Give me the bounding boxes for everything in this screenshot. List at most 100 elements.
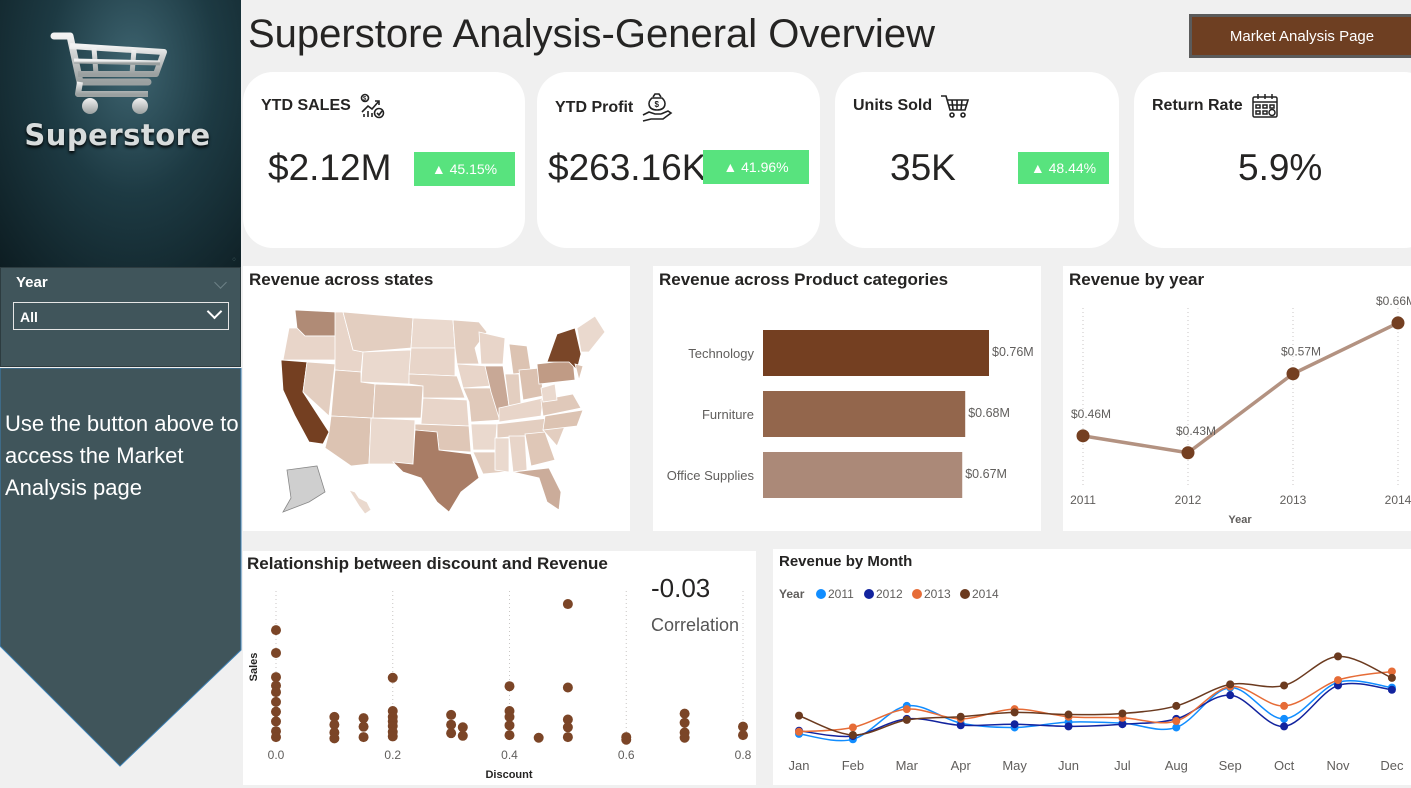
cart-icon <box>941 95 970 118</box>
year-series-line <box>1082 321 1399 455</box>
discount-tile: Relationship between discount and Revenu… <box>243 551 756 785</box>
year-point <box>1181 446 1195 460</box>
map-region-west-virginia <box>540 383 558 403</box>
superstore-logo: Superstore ◌ <box>0 0 241 267</box>
scatter-point <box>387 731 398 742</box>
month-point <box>902 715 911 724</box>
scatter-point <box>738 730 748 741</box>
revenue-year-line-chart[interactable]: $0.46M 2011 $0.43M 2012 $0.57M 2013 $0.66M 2014… <box>1063 266 1411 531</box>
slicer-collapse-icon[interactable] <box>214 276 227 289</box>
map-region-arkansas <box>470 423 498 451</box>
scatter-point <box>271 732 281 743</box>
map-region-colorado <box>372 383 424 419</box>
us-states-map[interactable] <box>243 266 630 531</box>
map-region-north-dakota <box>410 317 456 349</box>
map-region-new-jersey <box>574 363 584 382</box>
month-point <box>848 731 857 739</box>
category-tick-label: Office Supplies <box>667 468 755 483</box>
month-point <box>795 711 803 720</box>
month-point <box>1226 691 1235 700</box>
map-region-new-england <box>576 315 606 353</box>
kpi-value: $2.12M <box>268 147 392 188</box>
map-region-alabama <box>508 435 528 473</box>
scatter-tick-label: 0.0 <box>268 748 285 762</box>
kpi-value: 35K <box>890 147 956 188</box>
categories-tile: Revenue across Product categories Techno… <box>653 266 1041 531</box>
legend-marker <box>960 589 970 599</box>
category-bar <box>763 452 963 498</box>
discount-scatter-chart[interactable]: 0.0 0.2 0.4 0.6 0.8 Discount Sales <box>243 551 756 785</box>
slicer-title: Year <box>16 274 48 291</box>
scatter-tick-label: 0.8 <box>735 748 752 762</box>
scatter-point <box>562 599 573 610</box>
map-region-mississippi <box>494 437 510 473</box>
year-tick-label: 2012 <box>1175 493 1202 507</box>
scatter-point <box>679 732 690 743</box>
kpi-label: YTD Profit $ <box>555 93 673 123</box>
kpi-label: Units Sold <box>853 93 970 119</box>
map-region-new-mexico <box>368 417 416 465</box>
logo-watermark: ◌ <box>232 257 236 263</box>
month-point <box>1064 710 1073 719</box>
year-slicer: Year All <box>0 267 241 367</box>
kpi-ytd-sales: YTD SALES $ $2.12M ▲ 45.15% <box>243 72 525 248</box>
scatter-point <box>446 728 457 739</box>
money-hand-icon: $ <box>642 93 673 122</box>
month-legend-title: Year <box>779 587 805 601</box>
scatter-point <box>504 730 515 741</box>
month-tile: Revenue by Month Year 2011 2012 2013 2014 Jan… <box>773 549 1411 785</box>
month-tick-label: Jul <box>1114 758 1131 773</box>
legend-marker <box>816 589 826 599</box>
revenue-month-line-chart[interactable]: Year 2011 2012 2013 2014 Jan Feb Mar Apr May Jun Ju… <box>773 549 1411 785</box>
category-data-label: $0.68M <box>968 406 1010 420</box>
month-point <box>902 705 911 714</box>
year-data-label: $0.66M <box>1376 294 1411 308</box>
year-point <box>1391 316 1405 330</box>
kpi-label: YTD SALES $ <box>261 93 385 119</box>
year-data-label: $0.46M <box>1071 407 1111 421</box>
month-tick-label: Jun <box>1058 758 1079 773</box>
map-region-alaska <box>282 465 326 513</box>
year-tick-label: 2014 <box>1385 493 1411 507</box>
map-region-florida <box>512 467 562 511</box>
month-tick-label: Feb <box>842 758 864 773</box>
navigation-note: Use the button above to access the Marke… <box>5 411 239 500</box>
sales-chart-icon: $ <box>360 93 385 119</box>
map-region-pennsylvania <box>536 359 576 385</box>
month-point <box>1118 709 1127 718</box>
month-point <box>1172 717 1181 725</box>
month-tick-label: Nov <box>1326 758 1350 773</box>
market-analysis-button[interactable]: Market Analysis Page <box>1189 14 1411 58</box>
month-tick-label: Apr <box>951 758 972 773</box>
month-point <box>1280 681 1289 690</box>
shopping-cart-logo-icon <box>50 32 167 114</box>
chevron-down-icon <box>206 303 223 320</box>
legend-label: 2011 <box>828 587 854 601</box>
scatter-point <box>329 733 340 744</box>
month-point <box>1280 722 1289 731</box>
month-point <box>1387 685 1396 694</box>
scatter-point <box>562 722 573 733</box>
month-point <box>1172 701 1181 710</box>
category-bar <box>763 391 966 437</box>
calendar-icon <box>1251 94 1278 118</box>
scatter-point <box>562 732 573 743</box>
scatter-point <box>679 708 690 719</box>
month-tick-label: Mar <box>896 758 919 773</box>
month-point <box>848 723 857 732</box>
scatter-point <box>533 732 544 743</box>
map-tile: Revenue across states <box>243 266 630 531</box>
month-tick-label: Aug <box>1165 758 1188 773</box>
scatter-point <box>446 709 457 720</box>
map-region-wyoming <box>360 349 412 385</box>
categories-bar-chart[interactable]: Technology $0.76M Furniture $0.68M Office Su… <box>653 266 1041 531</box>
legend-label: 2012 <box>876 587 903 601</box>
year-dropdown[interactable]: All <box>13 302 229 330</box>
scatter-x-axis-label: Discount <box>485 769 532 781</box>
scatter-tick-label: 0.2 <box>384 748 401 762</box>
scatter-tick-label: 0.6 <box>618 748 635 762</box>
month-tick-label: Dec <box>1380 758 1404 773</box>
scatter-point <box>504 720 515 731</box>
scatter-point <box>621 734 632 745</box>
scatter-point <box>271 625 281 636</box>
